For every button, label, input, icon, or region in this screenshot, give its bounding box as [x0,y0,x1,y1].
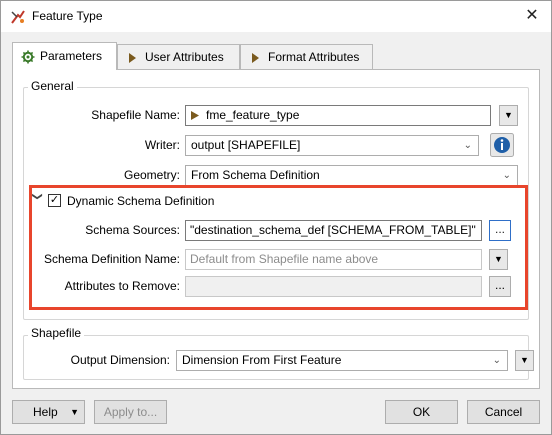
feature-type-icon [11,10,25,24]
dynamic-schema-label: Dynamic Schema Definition [67,194,215,208]
attributes-to-remove-field[interactable] [185,276,482,297]
shapefile-name-field[interactable]: fme_feature_type [185,105,491,126]
close-icon[interactable]: ✕ [519,5,545,27]
window-title: Feature Type [32,9,103,23]
general-group-title: General [28,79,77,93]
attributes-to-remove-label: Attributes to Remove: [64,279,180,293]
shapefile-name-label: Shapefile Name: [91,108,180,122]
schema-def-name-field[interactable]: Default from Shapefile name above [185,249,482,270]
output-dimension-label: Output Dimension: [70,353,170,367]
gear-icon [21,50,35,64]
output-dimension-dropdown-button[interactable]: ▼ [515,350,534,371]
tab-user-attributes-label: User Attributes [145,50,224,64]
writer-label: Writer: [144,138,180,152]
attributes-to-remove-ellipsis-button[interactable]: ... [489,276,511,297]
geometry-select[interactable]: From Schema Definition ⌄ [185,165,518,186]
chevron-down-icon: ⌄ [463,140,472,151]
output-dimension-value: Dimension From First Feature [182,353,342,367]
collapse-chevron-icon[interactable]: ❯ [32,192,43,200]
apply-to-button[interactable]: Apply to... [94,400,167,424]
schema-sources-ellipsis-button[interactable]: ... [489,220,511,241]
geometry-label: Geometry: [123,168,180,182]
schema-def-name-placeholder: Default from Shapefile name above [190,252,379,266]
attribute-arrow-icon [129,52,136,63]
output-dimension-select[interactable]: Dimension From First Feature ⌄ [176,350,508,371]
shapefile-group-title: Shapefile [28,326,85,340]
cancel-button[interactable]: Cancel [467,400,540,424]
geometry-value: From Schema Definition [191,168,320,182]
schema-sources-field[interactable]: "destination_schema_def [SCHEMA_FROM_TAB… [185,220,482,241]
writer-value: output [SHAPEFILE] [191,138,301,152]
attribute-arrow-icon [252,52,259,63]
tab-format-attributes-label: Format Attributes [268,50,360,64]
tab-format-attributes[interactable]: Format Attributes [240,44,373,69]
attribute-arrow-icon [191,111,199,120]
help-button[interactable]: Help ▼ [12,400,85,424]
feature-type-dialog: Feature Type ✕ Parameters User Attribute… [0,0,552,435]
parameters-panel: General Shapefile Name: fme_feature_type… [12,69,540,389]
writer-select[interactable]: output [SHAPEFILE] ⌄ [185,135,479,156]
chevron-down-icon: ⌄ [492,355,501,366]
dynamic-schema-checkbox[interactable]: ✓ [48,194,61,207]
schema-def-name-dropdown-button[interactable]: ▼ [489,249,508,270]
ok-button[interactable]: OK [385,400,458,424]
schema-sources-label: Schema Sources: [85,223,180,237]
schema-def-name-label: Schema Definition Name: [43,252,180,266]
shapefile-name-dropdown-button[interactable]: ▼ [499,105,518,126]
tab-parameters[interactable]: Parameters [12,42,117,70]
help-dropdown-icon: ▼ [70,407,79,417]
tab-user-attributes[interactable]: User Attributes [117,44,240,69]
tab-parameters-label: Parameters [40,49,103,63]
help-button-label: Help [33,405,58,419]
title-bar: Feature Type ✕ [1,1,551,32]
info-icon[interactable] [490,133,514,157]
shapefile-name-value: fme_feature_type [206,108,300,122]
chevron-down-icon: ⌄ [502,170,511,181]
